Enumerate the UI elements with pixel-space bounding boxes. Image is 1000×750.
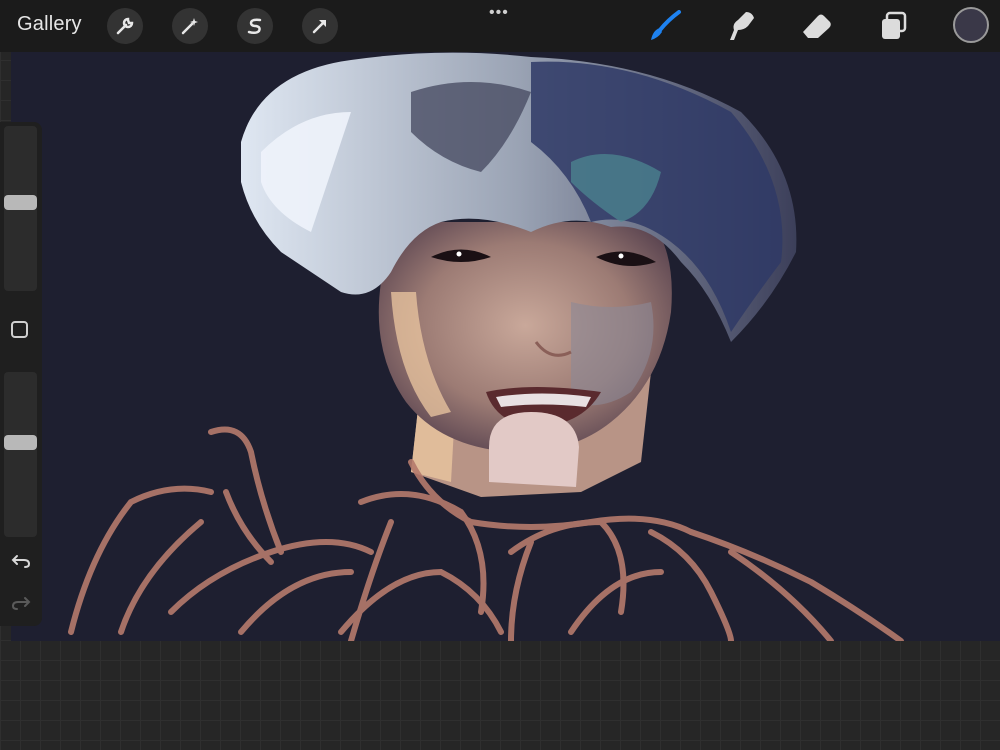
drawing-canvas[interactable] [11,52,1000,641]
layers-icon[interactable] [877,10,911,42]
undo-icon[interactable] [9,551,33,571]
color-picker-swatch[interactable] [953,7,989,43]
smudge-icon[interactable] [724,10,758,42]
brush-icon[interactable] [648,10,682,42]
artwork [68,52,904,641]
transform-arrow-icon[interactable] [302,8,338,44]
more-options[interactable]: ••• [489,4,509,22]
opacity-slider[interactable] [4,372,37,537]
top-toolbar: Gallery ••• [0,0,1000,52]
wrench-icon[interactable] [107,8,143,44]
selection-s-icon[interactable] [237,8,273,44]
opacity-thumb[interactable] [4,435,37,450]
redo-icon[interactable] [9,593,33,613]
magic-wand-icon[interactable] [172,8,208,44]
gallery-button[interactable]: Gallery [17,13,82,36]
left-sidebar [0,122,42,626]
eraser-icon[interactable] [800,10,834,42]
brush-size-thumb[interactable] [4,195,37,210]
modify-button[interactable] [11,321,28,338]
